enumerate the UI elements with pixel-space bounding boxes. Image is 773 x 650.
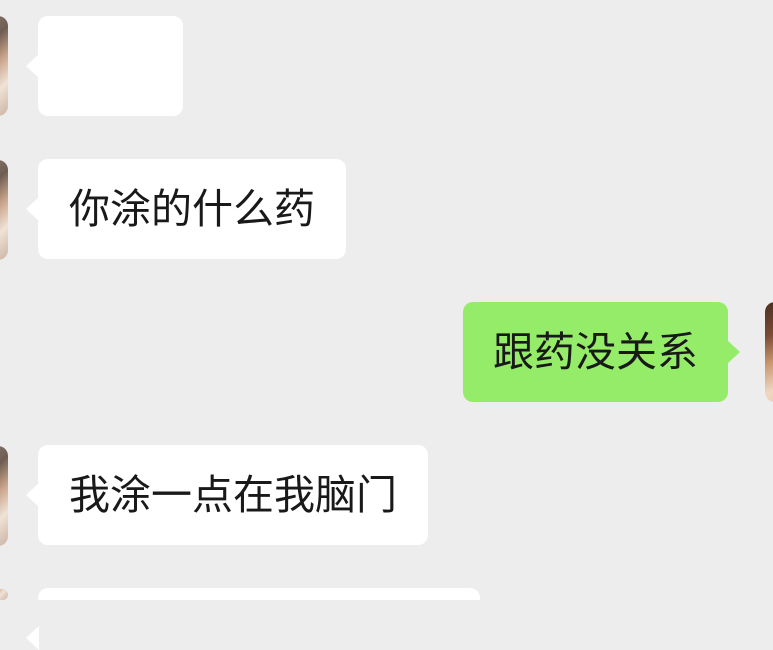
contact-avatar[interactable] [0,589,8,600]
incoming-message-bubble[interactable]: 我涂一点在我脑门 [26,445,428,545]
message-text: 我涂一点在我脑门 [69,471,397,519]
contact-avatar[interactable] [0,446,8,546]
outgoing-message-bubble[interactable]: 跟药没关系 [463,302,740,402]
message-text: 你涂的什么药 [69,185,315,233]
incoming-message-bubble[interactable] [26,16,183,116]
message-text: 跟药没关系 [493,328,698,376]
contact-avatar[interactable] [0,160,8,260]
incoming-message-bubble[interactable]: 你涂的什么药 [26,159,346,259]
contact-avatar[interactable] [0,16,8,116]
my-avatar[interactable] [765,302,773,402]
incoming-message-bubble[interactable] [26,588,480,650]
